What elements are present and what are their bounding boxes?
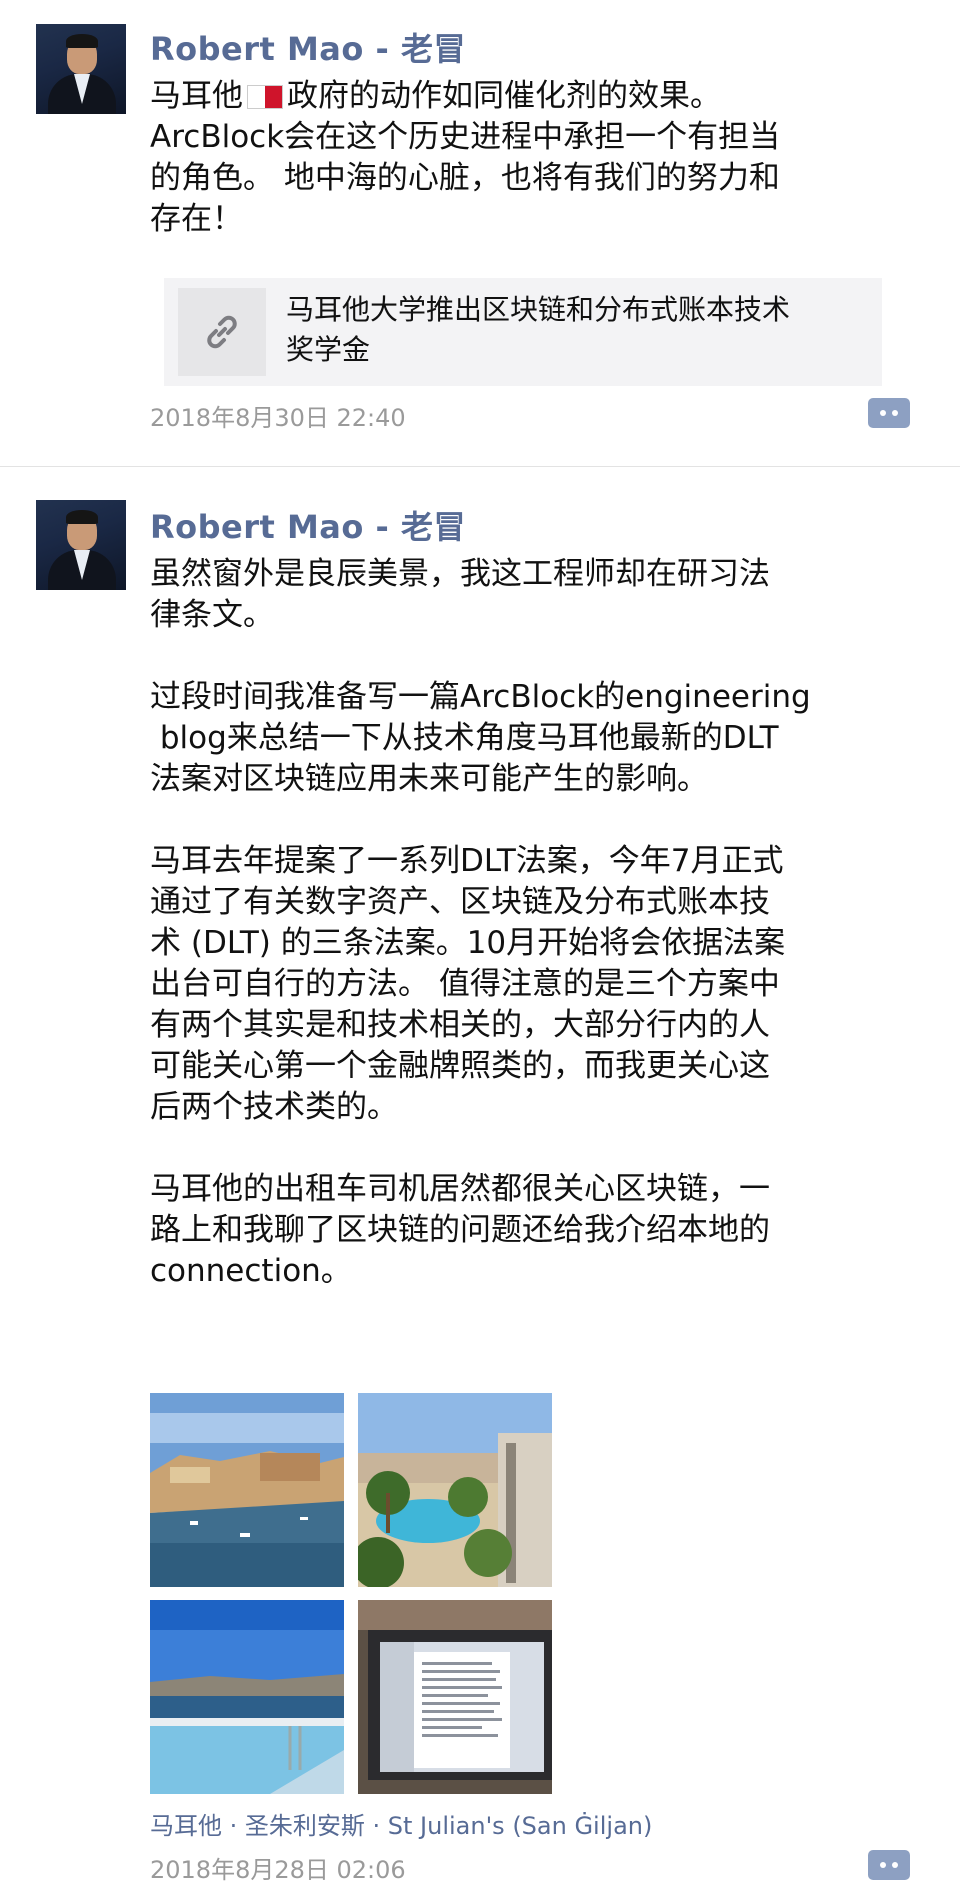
moment-post: Robert Mao - 老冒 虽然窗外是良辰美景，我这工程师却在研习法 律条文… <box>0 478 960 1900</box>
post-timestamp: 2018年8月30日 22:40 <box>150 404 406 432</box>
author-name[interactable]: Robert Mao - 老冒 <box>150 502 466 548</box>
author-name[interactable]: Robert Mao - 老冒 <box>150 24 466 70</box>
pool-palms-photo[interactable] <box>358 1393 552 1587</box>
infinity-pool-photo[interactable] <box>150 1600 344 1794</box>
moment-post: Robert Mao - 老冒 马耳他 政府的动作如同催化剂的效果。 ArcBlo… <box>0 0 960 460</box>
post-text: 虽然窗外是良辰美景，我这工程师却在研习法 律条文。 过段时间我准备写一篇ArcB… <box>150 556 811 1289</box>
link-icon <box>178 288 266 376</box>
malta-flag-icon <box>247 85 283 109</box>
post-text: 马耳他 政府的动作如同催化剂的效果。 ArcBlock会在这个历史进程中承担一个有… <box>150 78 781 237</box>
shared-link-card[interactable]: 马耳他大学推出区块链和分布式账本技术 奖学金 <box>164 278 882 386</box>
post-divider <box>0 466 960 467</box>
comment-button[interactable] <box>868 398 910 428</box>
harbor-photo[interactable] <box>150 1393 344 1587</box>
post-timestamp: 2018年8月28日 02:06 <box>150 1856 406 1884</box>
laptop-document-photo[interactable] <box>358 1600 552 1794</box>
avatar[interactable] <box>36 500 126 590</box>
avatar[interactable] <box>36 24 126 114</box>
link-title: 马耳他大学推出区块链和分布式账本技术 奖学金 <box>286 293 791 366</box>
comment-button[interactable] <box>868 1850 910 1880</box>
location-link[interactable]: 马耳他 · 圣朱利安斯 · St Julian's (San Ġiljan) <box>150 1806 652 1841</box>
